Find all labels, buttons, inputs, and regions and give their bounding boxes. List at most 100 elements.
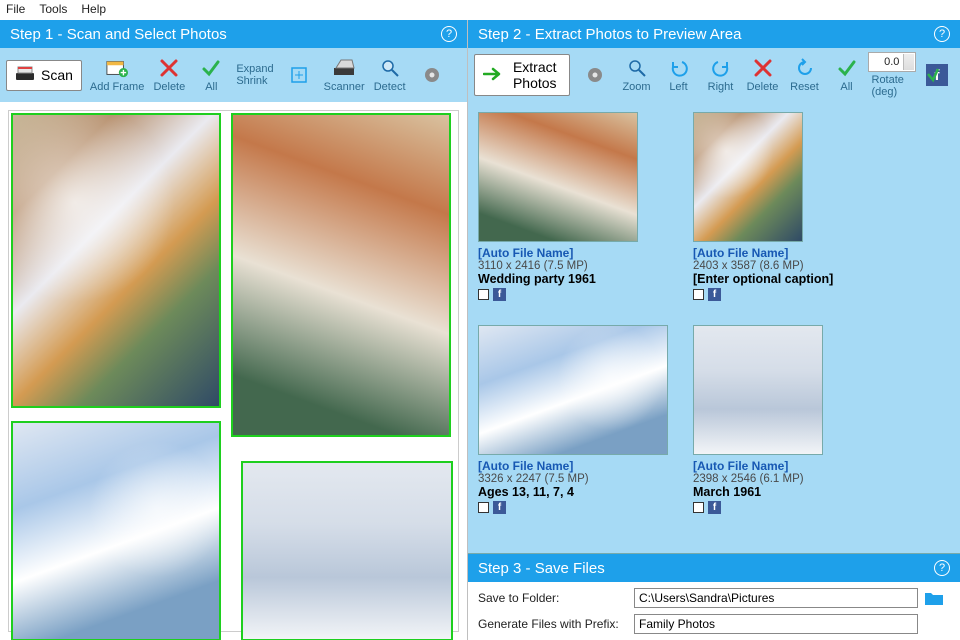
add-frame-icon	[106, 57, 128, 79]
addframe-label: Add Frame	[90, 81, 144, 93]
select-checkbox[interactable]	[693, 289, 704, 300]
scanner-flatbed-icon	[333, 57, 355, 79]
zoom-label: Zoom	[622, 81, 650, 93]
preview-grid: [Auto File Name] 3110 x 2416 (7.5 MP) We…	[478, 112, 950, 514]
menu-help[interactable]: Help	[81, 2, 106, 18]
step1-toolbar: Scan Add Frame Delete All	[0, 48, 467, 102]
preview-thumb[interactable]	[478, 325, 668, 455]
menu-tools[interactable]: Tools	[39, 2, 67, 18]
right-label: Right	[708, 81, 734, 93]
auto-filename[interactable]: [Auto File Name]	[693, 246, 888, 260]
right-panel: Step 2 - Extract Photos to Preview Area …	[468, 20, 960, 640]
preview-card[interactable]: [Auto File Name] 3110 x 2416 (7.5 MP) We…	[478, 112, 673, 301]
scan-frame-3[interactable]	[11, 421, 221, 640]
facebook-icon[interactable]: f	[493, 288, 506, 301]
select-checkbox[interactable]	[478, 502, 489, 513]
step1-settings-button[interactable]	[415, 64, 449, 86]
step3-body: Save to Folder: Generate Files with Pref…	[468, 582, 960, 640]
preview-thumb[interactable]	[693, 325, 823, 455]
select-all-preview-button[interactable]: All	[830, 57, 864, 93]
rotate-label: Rotate (deg)	[872, 74, 913, 98]
shrink-label: Shrink	[236, 75, 273, 87]
scan-frame-4[interactable]	[241, 461, 453, 640]
preview-card[interactable]: [Auto File Name] 2398 x 2546 (6.1 MP) Ma…	[693, 325, 888, 514]
preview-card[interactable]: [Auto File Name] 2403 x 3587 (8.6 MP) [E…	[693, 112, 888, 301]
rotate-degree-control[interactable]: 0.0 Rotate (deg)	[872, 52, 913, 98]
facebook-button[interactable]: f	[920, 64, 954, 86]
delete-label: Delete	[153, 81, 185, 93]
magnifier-icon	[626, 57, 648, 79]
step2-toolbar: Extract Photos Zoom Left	[468, 48, 960, 102]
scan-canvas[interactable]	[8, 110, 459, 632]
resize-icon	[288, 64, 310, 86]
scan-button[interactable]: Scan	[6, 60, 82, 91]
delete-preview-button[interactable]: Delete	[746, 57, 780, 93]
check-all-icon	[200, 57, 222, 79]
reset-button[interactable]: Reset	[788, 57, 822, 93]
step1-title: Step 1 - Scan and Select Photos	[10, 26, 227, 43]
scanner-icon	[15, 65, 35, 86]
facebook-icon: f	[926, 64, 948, 86]
step3-title: Step 3 - Save Files	[478, 560, 605, 577]
facebook-icon[interactable]: f	[708, 501, 721, 514]
caption-text[interactable]: Wedding party 1961	[478, 272, 673, 286]
select-all-button[interactable]: All	[194, 57, 228, 93]
undo-icon	[794, 57, 816, 79]
preview-area[interactable]: [Auto File Name] 3110 x 2416 (7.5 MP) We…	[468, 102, 960, 553]
facebook-icon[interactable]: f	[493, 501, 506, 514]
scan-frame-2[interactable]	[231, 113, 451, 437]
select-checkbox[interactable]	[478, 289, 489, 300]
rotate-left-button[interactable]: Left	[662, 57, 696, 93]
preview-card[interactable]: [Auto File Name] 3326 x 2247 (7.5 MP) Ag…	[478, 325, 673, 514]
left-panel: Step 1 - Scan and Select Photos ? Scan A…	[0, 20, 468, 640]
expand-shrink-icon-button[interactable]	[282, 64, 316, 86]
detect-button[interactable]: Detect	[373, 57, 407, 93]
preview-thumb[interactable]	[693, 112, 803, 242]
caption-text[interactable]: Ages 13, 11, 7, 4	[478, 485, 673, 499]
help-icon[interactable]: ?	[934, 26, 950, 42]
menu-file[interactable]: File	[6, 2, 25, 18]
preview-thumb[interactable]	[478, 112, 638, 242]
auto-filename[interactable]: [Auto File Name]	[478, 246, 673, 260]
detect-label: Detect	[374, 81, 406, 93]
magnifier-icon	[379, 57, 401, 79]
addframe-button[interactable]: Add Frame	[90, 57, 144, 93]
dimensions-text: 2398 x 2546 (6.1 MP)	[693, 473, 888, 485]
dimensions-text: 3110 x 2416 (7.5 MP)	[478, 260, 673, 272]
gear-icon	[421, 64, 443, 86]
scan-area[interactable]	[0, 102, 467, 640]
save-to-folder-input[interactable]	[634, 588, 918, 608]
menubar: File Tools Help	[0, 0, 960, 20]
extract-button[interactable]: Extract Photos	[474, 54, 570, 96]
scan-frame-1[interactable]	[11, 113, 221, 408]
expand-shrink-button[interactable]: Expand Shrink	[236, 63, 273, 87]
select-checkbox[interactable]	[693, 502, 704, 513]
delete-button[interactable]: Delete	[152, 57, 186, 93]
help-icon[interactable]: ?	[441, 26, 457, 42]
zoom-button[interactable]: Zoom	[620, 57, 654, 93]
scanner-settings-button[interactable]: Scanner	[324, 57, 365, 93]
reset-label: Reset	[790, 81, 819, 93]
step3-header: Step 3 - Save Files ?	[468, 554, 960, 582]
auto-filename[interactable]: [Auto File Name]	[693, 459, 888, 473]
check-all-icon	[836, 57, 858, 79]
step3-panel: Step 3 - Save Files ? Save to Folder: Ge…	[468, 553, 960, 640]
dimensions-text: 2403 x 3587 (8.6 MP)	[693, 260, 888, 272]
prefix-input[interactable]	[634, 614, 918, 634]
facebook-icon[interactable]: f	[708, 288, 721, 301]
step2-settings-button[interactable]	[578, 64, 612, 86]
rotate-right-button[interactable]: Right	[704, 57, 738, 93]
prefix-label: Generate Files with Prefix:	[478, 617, 628, 631]
delete2-label: Delete	[747, 81, 779, 93]
browse-folder-button[interactable]	[924, 590, 944, 606]
gear-icon	[584, 64, 606, 86]
rotate-value-spinner[interactable]: 0.0	[868, 52, 916, 72]
expand-label: Expand	[236, 63, 273, 75]
auto-filename[interactable]: [Auto File Name]	[478, 459, 673, 473]
extract-label: Extract Photos	[509, 59, 561, 91]
save-to-label: Save to Folder:	[478, 591, 628, 605]
caption-text[interactable]: [Enter optional caption]	[693, 272, 888, 286]
help-icon[interactable]: ?	[934, 560, 950, 576]
caption-text[interactable]: March 1961	[693, 485, 888, 499]
rotate-left-icon	[668, 57, 690, 79]
